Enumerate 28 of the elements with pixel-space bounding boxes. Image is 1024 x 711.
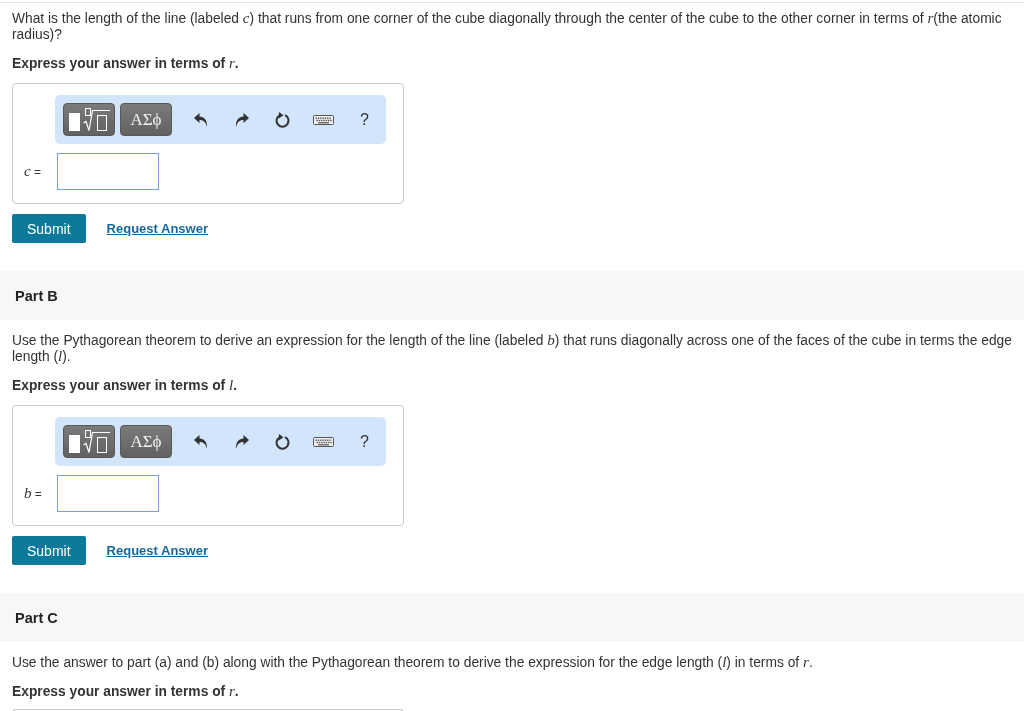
- keyboard-icon[interactable]: [313, 114, 334, 125]
- keyboard-icon[interactable]: [313, 436, 334, 447]
- submit-button[interactable]: Submit: [12, 536, 86, 565]
- question-text: What is the length of the line (labeled c) that runs from one corner of the cube diagonally through the center of the cube to the other corner in terms of r(the atomic radius)?: [12, 11, 1003, 43]
- part-title: Part B: [15, 287, 58, 304]
- question-text: Use the Pythagorean theorem to derive an expression for the length of the line (labeled b) that runs diagonally across one of the faces of the cube in terms the edge length (l).: [12, 333, 1013, 365]
- answer-label: c =: [24, 164, 42, 179]
- answer-label: b =: [24, 486, 43, 501]
- reset-icon[interactable]: [274, 433, 291, 450]
- instruction-text: Express your answer in terms of r.: [12, 684, 240, 700]
- help-button[interactable]: ?: [360, 432, 369, 451]
- instruction-text: Express your answer in terms of l.: [12, 378, 238, 394]
- symbols-button[interactable]: ΑΣϕ: [120, 425, 172, 458]
- answer-field[interactable]: [57, 153, 159, 190]
- redo-icon[interactable]: [234, 434, 249, 449]
- request-answer-link[interactable]: Request Answer: [106, 221, 208, 236]
- symbols-button[interactable]: ΑΣϕ: [120, 103, 172, 136]
- part-title: Part C: [15, 609, 58, 626]
- question-text: Use the answer to part (a) and (b) along with the Pythagorean theorem to derive the expression for the edge length (l) in terms of r.: [12, 655, 814, 671]
- undo-icon[interactable]: [193, 112, 208, 127]
- help-button[interactable]: ?: [360, 110, 369, 129]
- request-answer-link[interactable]: Request Answer: [106, 543, 208, 558]
- answer-field[interactable]: [57, 475, 159, 512]
- undo-icon[interactable]: [193, 434, 208, 449]
- redo-icon[interactable]: [234, 112, 249, 127]
- reset-icon[interactable]: [274, 111, 291, 128]
- instruction-text: Express your answer in terms of r.: [12, 56, 240, 72]
- submit-button[interactable]: Submit: [12, 214, 86, 243]
